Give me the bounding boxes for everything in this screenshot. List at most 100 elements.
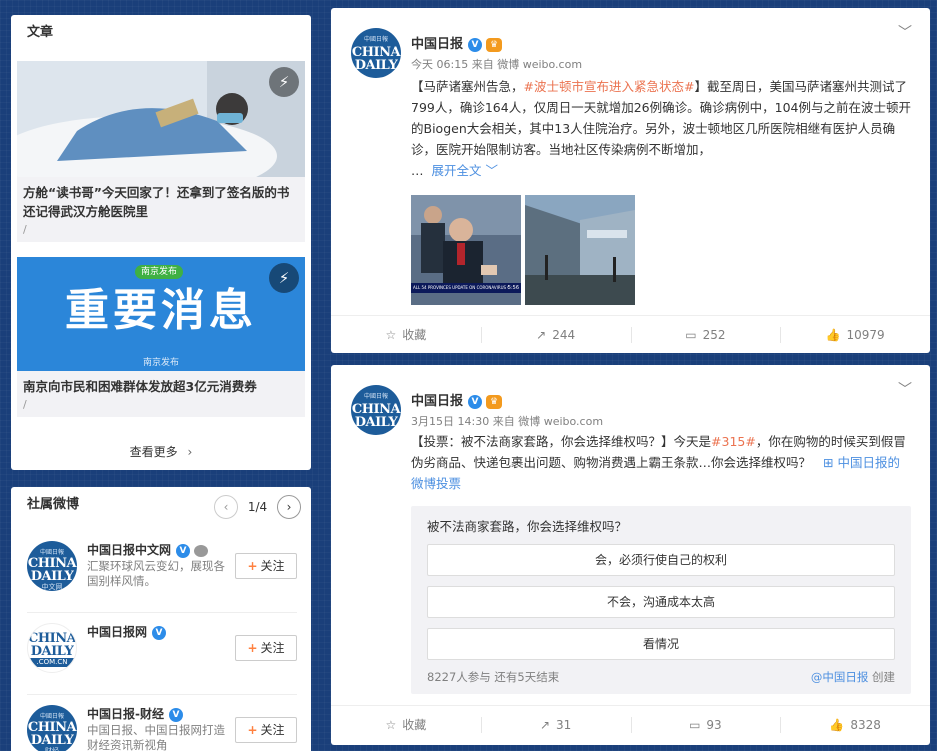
flash-icon: ⚡ [269,263,299,293]
repost-button[interactable]: ↗ 244 [480,316,631,353]
post-time[interactable]: 3月15日 14:30 [411,415,489,428]
collect-button[interactable]: ☆ 收藏 [331,706,481,743]
author-avatar[interactable]: 中國日報 CHINA DAILY [351,28,401,78]
verified-icon: V [176,543,191,558]
image-caption: ALL 54 PROVINCES UPDATE ON CORONAVIRUS O… [413,285,509,290]
article-title[interactable]: 方舱“读书哥”今天回家了！还拿到了签名版的书还记得武汉方舱医院里 [17,177,305,221]
comment-count: 93 [706,718,722,732]
follow-label: 关注 [260,723,285,737]
poll-option[interactable]: 不会，沟通成本太高 [427,586,895,618]
comment-button[interactable]: ▭ 252 [630,316,781,353]
chevron-down-icon[interactable]: ﹀ [898,379,912,399]
like-count: 8328 [850,718,881,732]
poll-icon: ⊞ [823,455,838,470]
member-icon [194,544,209,557]
repost-count: 31 [556,718,572,732]
flash-icon: ⚡ [269,67,299,97]
verified-icon: V [468,37,483,52]
articles-card: 文章 ⚡ 方舱“读书哥”今天回家了！还拿到了签名版的书还记得武汉方舱医院里 / … [11,15,311,470]
articles-card-title: 文章 [27,25,54,40]
account-name-label: 中国日报网 [87,625,148,639]
hashtag-link[interactable]: #波士顿市宣布进入紧急状态# [524,79,695,94]
expand-label: 展开全文 [431,163,482,178]
avatar-big-text: DAILY [354,415,398,430]
vip-crown-icon: ♛ [486,37,503,52]
repost-icon: ↗ [536,328,547,342]
star-icon: ☆ [385,718,397,732]
avatar[interactable]: 中國日報 CHINA DAILY 财经 [27,705,77,751]
post-actions: ☆ 收藏 ↗ 31 ▭ 93 👍 8328 [331,705,930,743]
comment-count: 252 [702,328,726,342]
article-item[interactable]: ⚡ 方舱“读书哥”今天回家了！还拿到了签名版的书还记得武汉方舱医院里 / [17,61,305,242]
poll-creator-link[interactable]: @中国日报 [811,670,869,684]
article-slash: / [23,398,27,411]
repost-icon: ↗ [539,718,551,732]
account-name[interactable]: 中国日报-财经 V [87,705,183,722]
account-name[interactable]: 中国日报中文网 V [87,541,209,558]
thumb-headline: 重要消息 [65,285,257,336]
author-name[interactable]: 中国日报 V ♛ [411,33,503,52]
article-item[interactable]: 南京发布 重要消息 南京发布 ⚡ 南京向市民和困难群体发放超3亿元消费券 / [17,257,305,417]
chevron-right-icon: › [187,445,193,459]
post-meta: 今天 06:15 来自 微博 weibo.com [411,56,582,72]
pager-label: 1/4 [247,499,268,514]
plus-icon: + [247,723,258,737]
account-name-label: 中国日报-财经 [87,707,164,721]
avatar-sub-text: .COM.CN [28,658,76,667]
follow-button[interactable]: + 关注 [235,635,297,661]
next-page-button[interactable]: › [277,495,301,519]
poll-option[interactable]: 会，必须行使自己的权利 [427,544,895,576]
author-name-label: 中国日报 [411,37,464,52]
article-thumbnail[interactable]: ⚡ [17,61,305,177]
post-time[interactable]: 今天 06:15 [411,58,468,71]
avatar-sub-text: 中文网 [41,583,63,591]
prev-page-button[interactable]: ‹ [214,495,239,519]
post-client[interactable]: 微博 weibo.com [497,58,582,71]
related-accounts-card: 社属微博 ‹ 1/4 › 中國日報 CHINA DAILY 中文网 中国日报中文… [11,487,311,751]
account-name[interactable]: 中国日报网 V [87,623,167,640]
poll-creator: @中国日报 创建 [811,669,895,685]
like-button[interactable]: 👍 8328 [780,706,930,743]
poll-box: 被不法商家套路，你会选择维权吗？ 会，必须行使自己的权利 不会，沟通成本太高 看… [411,506,911,694]
chevron-down-icon[interactable]: ﹀ [898,22,912,42]
article-slash: / [23,223,27,236]
thumb-badge: 南京发布 [142,358,179,368]
thumb-source-label: 南京发布 [135,265,184,279]
post-meta: 3月15日 14:30 来自 微博 weibo.com [411,413,603,429]
avatar[interactable]: CHINA DAILY .COM.CN [27,623,77,673]
verified-icon: V [468,394,483,409]
article-thumbnail[interactable]: 南京发布 重要消息 南京发布 ⚡ [17,257,305,371]
post-client[interactable]: 微博 weibo.com [518,415,603,428]
follow-button[interactable]: + 关注 [235,717,297,743]
follow-button[interactable]: + 关注 [235,553,297,579]
thumbs-up-icon: 👍 [829,718,845,732]
post-actions: ☆ 收藏 ↗ 244 ▭ 252 👍 10979 [331,315,930,353]
verified-icon: V [152,625,167,640]
avatar-big-text: DAILY [30,569,74,584]
post-text-prefix: 【马萨诸塞州告急， [411,79,524,94]
collect-button[interactable]: ☆ 收藏 [331,316,481,353]
account-row: 中國日報 CHINA DAILY 中文网 中国日报中文网 V 汇聚环球风云变幻，展… [27,533,297,613]
feed-post: 中國日報 CHINA DAILY 中国日报 V ♛ 3月15日 14:30 来自 微… [331,365,930,745]
author-avatar[interactable]: 中國日報 CHINA DAILY [351,385,401,435]
repost-button[interactable]: ↗ 31 [480,706,631,743]
avatar[interactable]: 中國日報 CHINA DAILY 中文网 [27,541,77,591]
post-image[interactable] [525,195,635,305]
account-desc: 中国日报、中国日报网打造财经资讯新视角 [87,723,225,751]
comment-icon: ▭ [685,328,697,342]
article-title[interactable]: 南京向市民和困难群体发放超3亿元消费券 [17,371,305,396]
author-name-label: 中国日报 [411,394,464,409]
see-more-link[interactable]: 查看更多 › [11,443,311,460]
expand-link[interactable]: 展开全文 ﹀ [432,163,499,178]
comment-button[interactable]: ▭ 93 [630,706,781,743]
author-name[interactable]: 中国日报 V ♛ [411,390,503,409]
poll-option[interactable]: 看情况 [427,628,895,660]
like-button[interactable]: 👍 10979 [780,316,930,353]
pager: ‹ 1/4 › [214,495,301,519]
post-text-prefix: 【投票：被不法商家套路，你会选择维权吗？】今天是 [411,434,712,449]
see-more-label: 查看更多 [129,445,178,459]
post-image[interactable]: ALL 54 PROVINCES UPDATE ON CORONAVIRUS O… [411,195,521,305]
collect-label: 收藏 [402,718,427,732]
hashtag-link[interactable]: #315# [711,434,756,449]
post-from-label: 来自 [471,58,494,71]
